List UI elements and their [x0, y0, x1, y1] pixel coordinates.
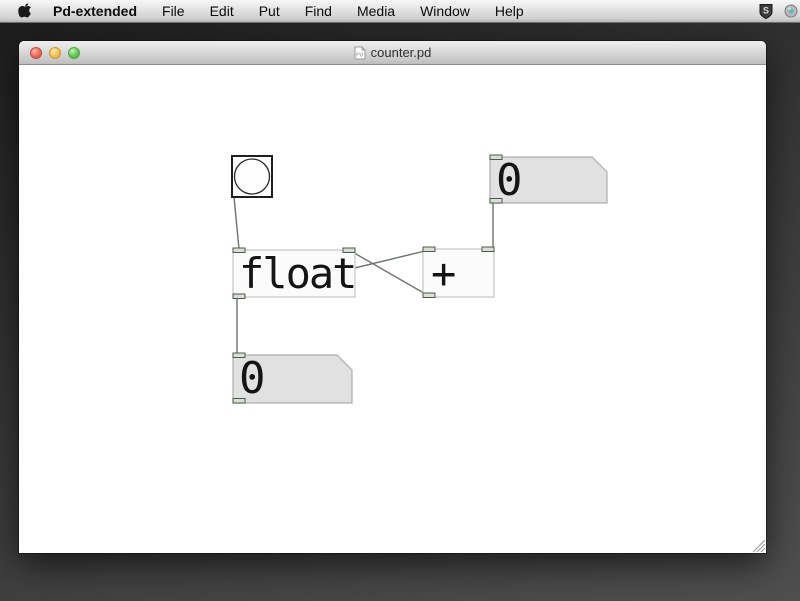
apple-icon	[18, 2, 31, 17]
apple-menu[interactable]	[18, 2, 33, 20]
menu-item-put[interactable]: Put	[259, 3, 280, 19]
wire-bang-to-float	[233, 196, 240, 250]
menu-item-find[interactable]: Find	[305, 3, 332, 19]
number-box-top[interactable]	[489, 154, 608, 204]
outlet-nub[interactable]	[232, 398, 246, 404]
inlet-nub[interactable]	[422, 246, 436, 252]
minimize-button[interactable]	[49, 47, 61, 59]
bang-object[interactable]	[231, 155, 273, 198]
number-box-bottom[interactable]	[232, 352, 353, 404]
document-icon: Pd	[354, 46, 366, 59]
screen-sharing-icon[interactable]	[784, 4, 798, 18]
menu-item-window[interactable]: Window	[420, 3, 470, 19]
float-object[interactable]	[232, 247, 356, 299]
inlet-nub[interactable]	[232, 247, 246, 253]
shield-s-icon[interactable]: S	[758, 3, 774, 20]
menu-bar: Pd-extended File Edit Put Find Media Win…	[0, 0, 800, 23]
outlet-nub[interactable]	[232, 293, 246, 299]
wire-plus-to-float	[348, 249, 430, 297]
menu-app-name[interactable]: Pd-extended	[53, 3, 137, 19]
zoom-button[interactable]	[68, 47, 80, 59]
traffic-lights	[30, 47, 80, 59]
window-title: counter.pd	[370, 45, 432, 60]
menu-item-media[interactable]: Media	[357, 3, 395, 19]
plus-object[interactable]	[422, 246, 495, 298]
menu-item-edit[interactable]: Edit	[210, 3, 234, 19]
inlet-nub[interactable]	[481, 246, 495, 252]
menu-item-file[interactable]: File	[162, 3, 185, 19]
patch-window: Pd counter.pd float + 0 0	[19, 41, 766, 553]
inlet-nub[interactable]	[342, 247, 356, 253]
outlet-nub[interactable]	[489, 198, 503, 204]
close-button[interactable]	[30, 47, 42, 59]
title-bar[interactable]: Pd counter.pd	[19, 41, 766, 65]
outlet-nub[interactable]	[422, 292, 436, 298]
resize-grip[interactable]	[750, 537, 765, 552]
patch-canvas[interactable]: float + 0 0	[19, 65, 766, 553]
inlet-nub[interactable]	[232, 352, 246, 358]
menu-item-help[interactable]: Help	[495, 3, 524, 19]
svg-text:Pd: Pd	[356, 52, 363, 58]
inlet-nub[interactable]	[489, 154, 503, 160]
bang-circle	[233, 158, 271, 195]
svg-text:S: S	[763, 5, 769, 15]
